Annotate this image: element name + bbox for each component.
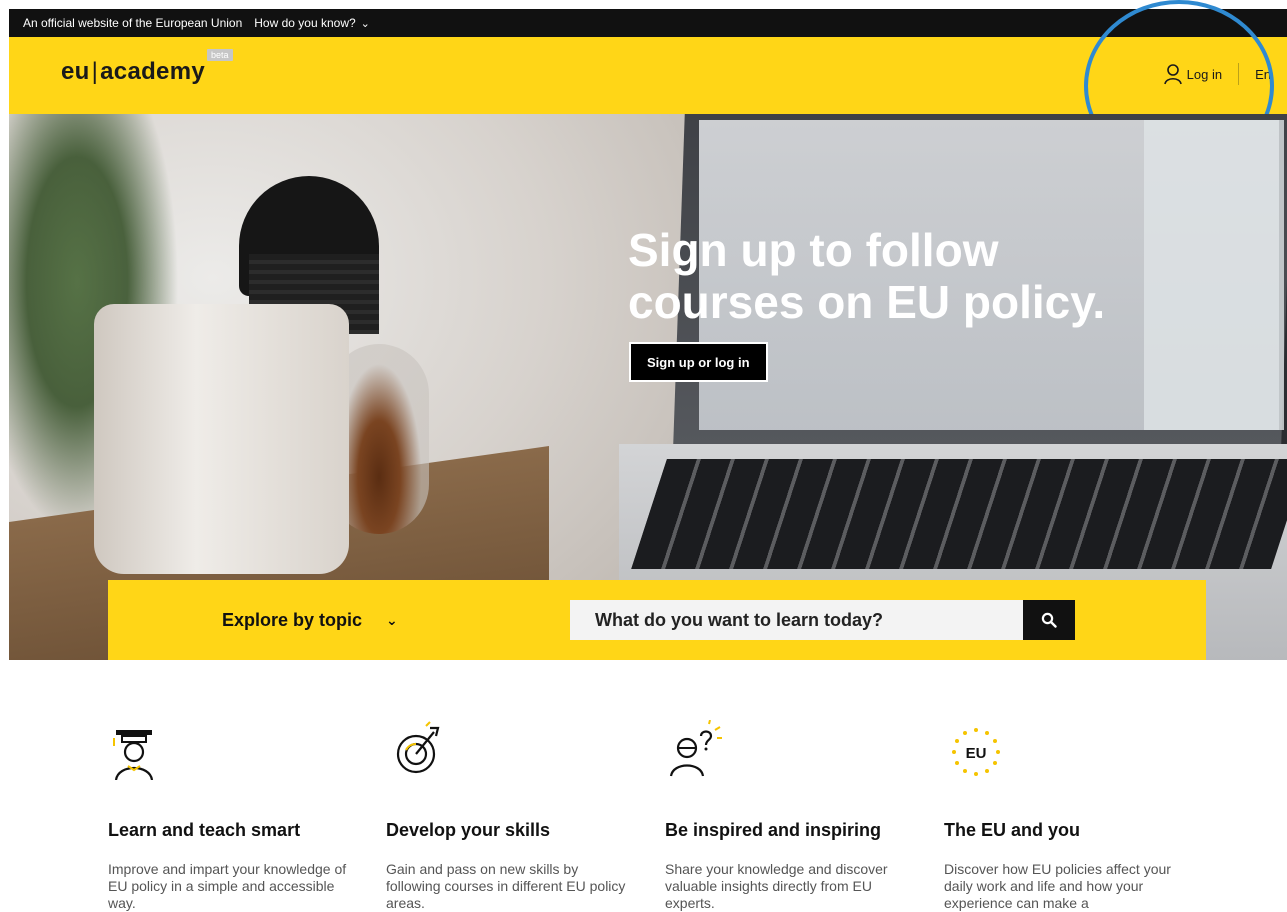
eu-stars-icon: EU: [944, 720, 1184, 790]
graduation-teacher-icon: [108, 720, 348, 790]
login-label: Log in: [1186, 66, 1223, 82]
feature-title: Develop your skills: [386, 820, 551, 840]
feature-description: Discover how EU policies affect your dai…: [944, 861, 1171, 911]
explore-by-topic-dropdown[interactable]: Explore by topic ⌄: [222, 610, 398, 631]
search-input[interactable]: What do you want to learn today?: [570, 600, 1025, 640]
header-actions: Log in En: [1163, 63, 1271, 85]
user-icon: [1163, 64, 1182, 85]
feature-description: Share your knowledge and discover valuab…: [665, 861, 888, 911]
feature-title: Be inspired and inspiring: [665, 820, 882, 840]
eu-academy-logo[interactable]: eu|academy: [61, 58, 205, 86]
header-divider: [1238, 63, 1240, 85]
cup-image: [94, 304, 349, 574]
logo-academy: academy: [100, 58, 205, 85]
search-band: Explore by topic ⌄ What do you want to l…: [108, 580, 1206, 660]
signup-login-button[interactable]: Sign up or log in: [629, 342, 768, 382]
feature-develop-skills: Develop your skills Gain and pass on new…: [386, 720, 626, 912]
feature-eu-and-you: EU The EU and you Discover how EU polici…: [944, 720, 1184, 912]
hero-banner: Sign up to follow courses on EU policy. …: [9, 114, 1287, 660]
feature-title: Learn and teach smart: [108, 820, 301, 840]
laptop-keyboard-image: [631, 459, 1287, 569]
laptop-screen-side: [1144, 120, 1284, 430]
search-icon: [1041, 612, 1057, 628]
official-eu-bar: An official website of the European Unio…: [9, 9, 1287, 37]
svg-text:EU: EU: [966, 745, 987, 762]
official-eu-text: An official website of the European Unio…: [23, 16, 243, 30]
login-button[interactable]: Log in: [1163, 63, 1222, 85]
explore-label: Explore by topic: [222, 610, 363, 630]
language-selector[interactable]: En: [1255, 67, 1271, 82]
feature-title: The EU and you: [944, 820, 1081, 840]
feature-be-inspired: Be inspired and inspiring Share your kno…: [665, 719, 905, 912]
inspired-person-icon: [665, 719, 905, 790]
logo-eu: eu: [61, 58, 90, 85]
feature-description: Improve and impart your knowledge of EU …: [108, 861, 347, 911]
feature-learn-teach: Learn and teach smart Improve and impart…: [108, 720, 348, 912]
beta-badge: beta: [207, 49, 233, 61]
search-button[interactable]: [1023, 600, 1075, 640]
features-section: Learn and teach smart Improve and impart…: [108, 719, 1228, 912]
chevron-down-icon: ⌄: [360, 17, 370, 30]
site-header: eu|academy beta Log in En: [9, 37, 1287, 114]
how-do-you-know-toggle[interactable]: How do you know? ⌄: [254, 16, 370, 30]
target-skills-icon: [386, 720, 626, 790]
chevron-down-icon: ⌄: [386, 612, 398, 628]
feature-description: Gain and pass on new skills by following…: [386, 861, 626, 911]
hero-title: Sign up to follow courses on EU policy.: [628, 224, 1106, 328]
logo-separator: |: [91, 58, 99, 85]
how-do-you-know-label: How do you know?: [254, 16, 356, 30]
